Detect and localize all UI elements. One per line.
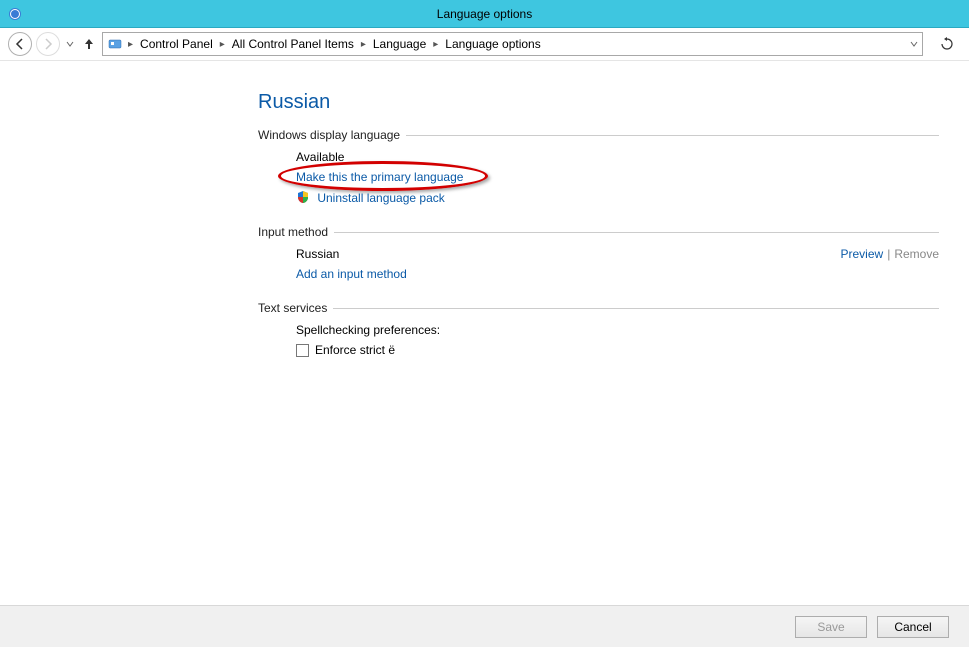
- breadcrumb-item[interactable]: Control Panel: [138, 37, 215, 51]
- make-primary-language-link[interactable]: Make this the primary language: [296, 170, 463, 184]
- window-icon: [6, 5, 24, 23]
- breadcrumb-item[interactable]: All Control Panel Items: [230, 37, 356, 51]
- dialog-footer: Save Cancel: [0, 605, 969, 647]
- link-divider: |: [887, 247, 890, 261]
- preview-link[interactable]: Preview: [841, 247, 884, 261]
- enforce-strict-yo-checkbox[interactable]: [296, 344, 309, 357]
- refresh-button[interactable]: [933, 32, 961, 56]
- divider: [333, 308, 939, 309]
- spellcheck-preferences-label: Spellchecking preferences:: [296, 323, 939, 337]
- control-panel-icon: [107, 36, 123, 52]
- breadcrumb-separator: ▸: [217, 39, 228, 50]
- divider: [334, 232, 939, 233]
- history-dropdown[interactable]: [64, 40, 76, 48]
- section-label-text: Input method: [258, 225, 328, 239]
- uac-shield-icon: [296, 190, 310, 204]
- breadcrumb-item[interactable]: Language: [371, 37, 428, 51]
- breadcrumb-separator: ▸: [125, 39, 136, 50]
- remove-link: Remove: [894, 247, 939, 261]
- save-button[interactable]: Save: [795, 616, 867, 638]
- enforce-strict-yo-label: Enforce strict ё: [315, 343, 395, 357]
- page-heading: Russian: [258, 91, 939, 114]
- breadcrumb-separator: ▸: [430, 39, 441, 50]
- display-language-status: Available: [296, 150, 939, 164]
- navigation-bar: ▸ Control Panel ▸ All Control Panel Item…: [0, 28, 969, 60]
- input-method-name: Russian: [296, 247, 339, 261]
- section-input-method: Input method: [258, 225, 939, 239]
- content-area: Russian Windows display language Availab…: [0, 60, 969, 605]
- settings-panel: Russian Windows display language Availab…: [258, 61, 939, 377]
- breadcrumb-separator: ▸: [358, 39, 369, 50]
- forward-button[interactable]: [36, 32, 60, 56]
- title-bar: Language options: [0, 0, 969, 28]
- up-button[interactable]: [80, 38, 98, 50]
- section-label-text: Windows display language: [258, 128, 400, 142]
- address-dropdown-icon[interactable]: [910, 40, 918, 48]
- section-label-text: Text services: [258, 301, 327, 315]
- section-display-language: Windows display language: [258, 128, 939, 142]
- window-title: Language options: [0, 7, 969, 21]
- breadcrumb-item[interactable]: Language options: [443, 37, 542, 51]
- section-text-services: Text services: [258, 301, 939, 315]
- cancel-button[interactable]: Cancel: [877, 616, 949, 638]
- uninstall-language-pack-link[interactable]: Uninstall language pack: [317, 191, 444, 205]
- back-button[interactable]: [8, 32, 32, 56]
- address-bar[interactable]: ▸ Control Panel ▸ All Control Panel Item…: [102, 32, 923, 56]
- divider: [406, 135, 939, 136]
- add-input-method-link[interactable]: Add an input method: [296, 267, 407, 281]
